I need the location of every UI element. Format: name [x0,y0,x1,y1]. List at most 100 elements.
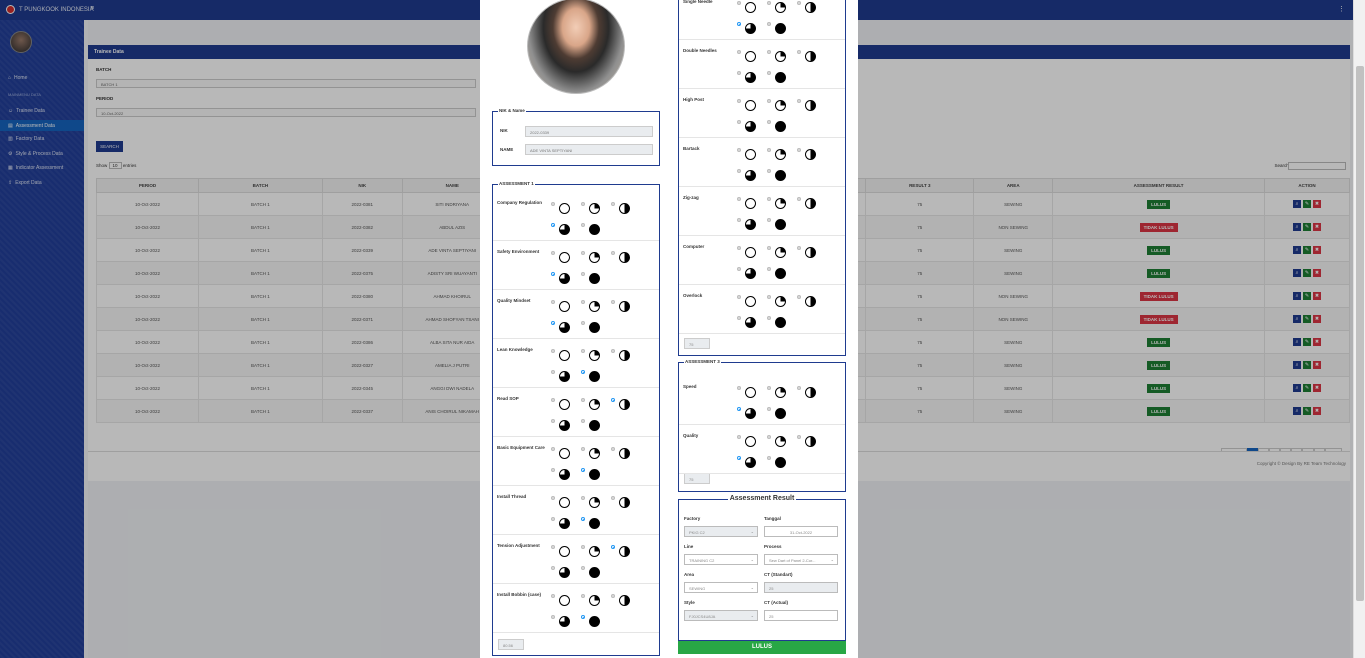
score-option[interactable] [737,314,761,328]
radio-button[interactable] [767,246,771,250]
score-option[interactable] [551,319,575,333]
score-option[interactable] [737,433,761,447]
score-option[interactable] [551,200,575,214]
radio-button[interactable] [797,99,801,103]
score-option[interactable] [611,445,635,459]
score-option[interactable] [551,249,575,263]
score-option[interactable] [767,118,791,132]
score-option[interactable] [581,494,605,508]
score-option[interactable] [737,167,761,181]
score-option[interactable] [551,445,575,459]
radio-button[interactable] [797,50,801,54]
score-option[interactable] [737,146,761,160]
score-option[interactable] [551,543,575,557]
radio-button[interactable] [737,218,741,222]
radio-button[interactable] [767,456,771,460]
radio-button[interactable] [581,202,585,206]
score-option[interactable] [551,221,575,235]
radio-button[interactable] [737,22,741,26]
radio-button[interactable] [797,246,801,250]
score-option[interactable] [767,97,791,111]
radio-button[interactable] [581,594,585,598]
score-option[interactable] [611,396,635,410]
score-option[interactable] [797,48,821,62]
score-option[interactable] [767,216,791,230]
score-option[interactable] [581,249,605,263]
radio-button[interactable] [551,468,555,472]
radio-button[interactable] [551,272,555,276]
score-option[interactable] [767,265,791,279]
score-option[interactable] [581,221,605,235]
radio-button[interactable] [581,370,585,374]
radio-button[interactable] [581,349,585,353]
radio-button[interactable] [737,295,741,299]
radio-button[interactable] [797,386,801,390]
radio-button[interactable] [581,468,585,472]
radio-button[interactable] [551,202,555,206]
radio-button[interactable] [767,169,771,173]
radio-button[interactable] [581,251,585,255]
score-option[interactable] [551,466,575,480]
radio-button[interactable] [737,120,741,124]
score-option[interactable] [767,195,791,209]
radio-button[interactable] [737,435,741,439]
radio-button[interactable] [611,545,615,549]
radio-button[interactable] [551,300,555,304]
score-option[interactable] [737,405,761,419]
radio-button[interactable] [797,1,801,5]
tanggal-input[interactable]: 31-Oct-2022 [764,526,838,537]
score-option[interactable] [767,433,791,447]
radio-button[interactable] [767,22,771,26]
radio-button[interactable] [551,447,555,451]
score-option[interactable] [551,417,575,431]
line-select[interactable]: TRAINING C2 ⌄ [684,554,758,565]
score-option[interactable] [737,454,761,468]
radio-button[interactable] [581,517,585,521]
radio-button[interactable] [767,1,771,5]
score-option[interactable] [611,200,635,214]
radio-button[interactable] [797,148,801,152]
score-option[interactable] [581,515,605,529]
score-option[interactable] [581,466,605,480]
score-option[interactable] [737,20,761,34]
radio-button[interactable] [737,169,741,173]
score-option[interactable] [551,368,575,382]
radio-button[interactable] [581,496,585,500]
score-option[interactable] [797,195,821,209]
score-option[interactable] [767,20,791,34]
score-option[interactable] [611,494,635,508]
score-option[interactable] [737,97,761,111]
score-option[interactable] [581,543,605,557]
score-option[interactable] [767,146,791,160]
score-option[interactable] [767,314,791,328]
score-option[interactable] [611,249,635,263]
radio-button[interactable] [767,71,771,75]
score-option[interactable] [581,417,605,431]
score-option[interactable] [551,347,575,361]
page-scrollbar[interactable] [1353,0,1365,658]
radio-button[interactable] [737,386,741,390]
radio-button[interactable] [611,594,615,598]
radio-button[interactable] [767,218,771,222]
factory-select[interactable]: PKIG C2 ⌄ [684,526,758,537]
score-option[interactable] [551,564,575,578]
radio-button[interactable] [611,202,615,206]
radio-button[interactable] [581,272,585,276]
score-option[interactable] [551,592,575,606]
radio-button[interactable] [737,407,741,411]
score-option[interactable] [551,270,575,284]
radio-button[interactable] [611,398,615,402]
radio-button[interactable] [767,407,771,411]
style-select[interactable]: FJ0JCS4U8JA ⌄ [684,610,758,621]
score-option[interactable] [581,396,605,410]
radio-button[interactable] [767,267,771,271]
radio-button[interactable] [611,496,615,500]
score-option[interactable] [581,368,605,382]
radio-button[interactable] [767,50,771,54]
process-select[interactable]: Sew Dart of Panel 2-Cor... ⌄ [764,554,838,565]
score-option[interactable] [797,244,821,258]
radio-button[interactable] [611,300,615,304]
radio-button[interactable] [737,99,741,103]
radio-button[interactable] [611,349,615,353]
radio-button[interactable] [581,223,585,227]
